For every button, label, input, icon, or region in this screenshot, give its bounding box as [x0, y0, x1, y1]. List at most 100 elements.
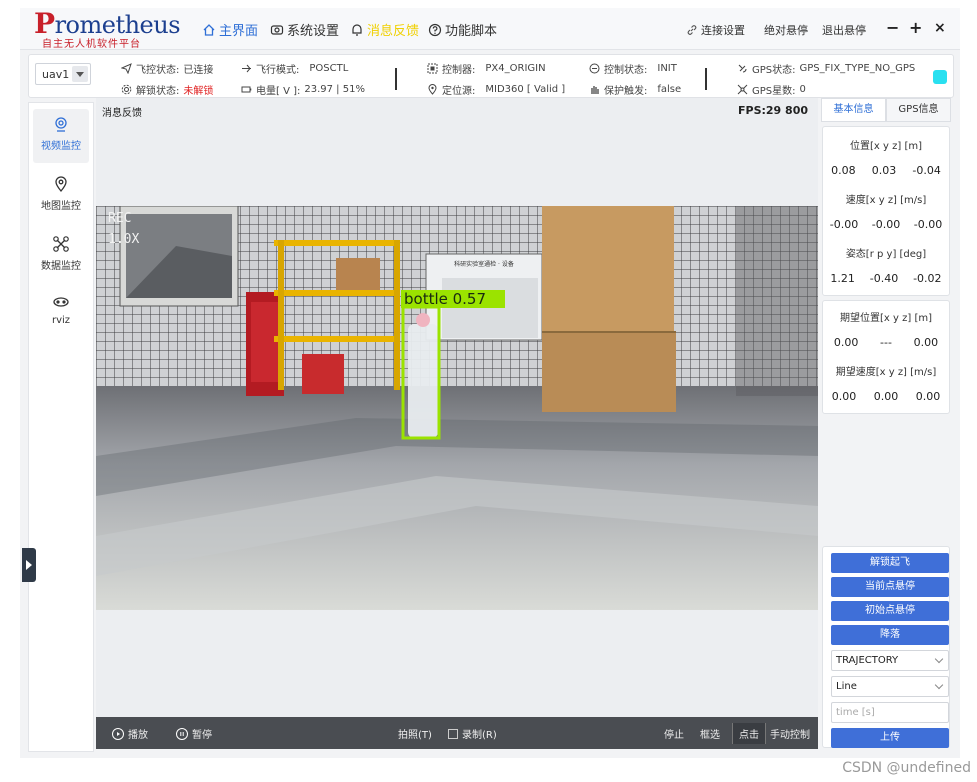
expected-velocity-z: 0.00: [915, 390, 941, 403]
question-icon: [428, 23, 442, 36]
takeoff-button[interactable]: 解锁起飞: [831, 553, 949, 573]
detection-label: bottle 0.57: [404, 290, 486, 308]
lab-sign-text: 科研实验室通检 · 设备: [454, 260, 514, 268]
expected-velocity-y: 0.00: [873, 390, 899, 403]
hover-init-button[interactable]: 初始点悬停: [831, 601, 949, 621]
flight-mode-label: 飞行模式:: [256, 65, 300, 76]
pause-button[interactable]: 暂停: [176, 726, 212, 741]
velocity-x: -0.00: [829, 218, 859, 231]
photo-button[interactable]: 拍照(T): [398, 726, 432, 741]
expected-velocity-x: 0.00: [831, 390, 857, 403]
app-window: Prometheus 自主无人机软件平台 主界面 系统设置 消息反馈 功能脚本 …: [20, 8, 960, 758]
flight-ctrl-label: 飞控状态:: [136, 65, 180, 76]
pause-label: 暂停: [192, 730, 212, 741]
gps-state-value: GPS_FIX_TYPE_NO_GPS: [799, 63, 916, 74]
sidebar-collapse-toggle[interactable]: [22, 548, 36, 582]
control-state-status: 控制状态: INIT: [589, 61, 677, 76]
video-control-bar: 播放 暂停 拍照(T) 录制(R) 停止 框选 点击 手动控制: [96, 717, 818, 749]
exit-hover-button[interactable]: 退出悬停: [822, 22, 866, 38]
abs-hover-button[interactable]: 绝对悬停: [764, 22, 808, 38]
unlock-label: 解锁状态:: [136, 86, 180, 97]
gps-state-status: GPS状态: GPS_FIX_TYPE_NO_GPS: [737, 61, 915, 76]
stop-button[interactable]: 停止: [664, 726, 684, 741]
protect-label: 保护触发:: [604, 86, 648, 97]
land-button[interactable]: 降落: [831, 625, 949, 645]
battery-status: 电量[ V ]: 23.97 | 51%: [241, 82, 365, 97]
tab-gps-info[interactable]: GPS信息: [886, 98, 951, 122]
sidebar-item-rviz-label: rviz: [51, 315, 71, 326]
sidebar-item-rviz[interactable]: rviz: [33, 287, 89, 341]
nav-scripts[interactable]: 功能脚本: [428, 20, 497, 39]
hover-current-button[interactable]: 当前点悬停: [831, 577, 949, 597]
tab-basic-info[interactable]: 基本信息: [821, 98, 886, 122]
click-select-button[interactable]: 点击: [732, 723, 766, 744]
uav-select-value: uav1: [42, 68, 70, 81]
battery-icon: [241, 86, 252, 93]
uav-select[interactable]: uav1: [35, 63, 91, 85]
maximize-button[interactable]: +: [909, 18, 922, 37]
velocity-y: -0.00: [871, 218, 901, 231]
left-sidebar: 视频监控 地图监控 数据监控 rviz: [28, 102, 94, 752]
trajectory-select[interactable]: TRAJECTORY: [831, 650, 949, 671]
video-feed[interactable]: 科研实验室通检 · 设备 bottle 0.57 REC 1.0X: [96, 206, 818, 610]
nav-main[interactable]: 主界面: [202, 20, 258, 39]
sidebar-item-data-label: 数据监控: [41, 261, 81, 272]
minimize-button[interactable]: −: [886, 18, 899, 37]
battery-label: 电量[ V ]:: [256, 86, 301, 97]
upload-button[interactable]: 上传: [831, 728, 949, 748]
satellite-count-icon: [737, 84, 748, 95]
satellite-icon: [738, 64, 747, 73]
chevron-down-icon: [934, 680, 944, 690]
watermark: CSDN @undefined: [842, 760, 971, 776]
separator: [395, 68, 397, 90]
connect-settings-button[interactable]: 连接设置: [686, 22, 745, 38]
send-icon: [121, 63, 132, 74]
chevron-down-icon[interactable]: [72, 66, 88, 82]
shape-select[interactable]: Line: [831, 676, 949, 697]
flight-ctrl-status: 飞控状态: 已连接: [121, 61, 213, 76]
manual-control-button[interactable]: 手动控制: [770, 726, 810, 741]
gps-sats-value: 0: [799, 84, 806, 95]
settings-icon: [270, 24, 284, 35]
sidebar-item-video-label: 视频监控: [41, 141, 81, 152]
fps-readout: FPS:29 800: [738, 104, 808, 117]
position-x: 0.08: [831, 164, 856, 177]
close-button[interactable]: ×: [934, 20, 946, 36]
nav-settings-label: 系统设置: [287, 24, 340, 39]
controller-status: 控制器: PX4_ORIGIN: [427, 61, 546, 76]
sidebar-item-video[interactable]: 视频监控: [33, 109, 89, 163]
location-pin-icon: [428, 84, 437, 95]
attitude-y: -0.02: [913, 272, 942, 285]
video-frame-image: 科研实验室通检 · 设备 bottle 0.57 REC 1.0X: [96, 206, 818, 610]
chevron-down-icon: [934, 654, 944, 664]
flight-mode-status: 飞行模式: POSCTL: [241, 61, 348, 76]
sidebar-item-map[interactable]: 地图监控: [33, 169, 89, 223]
drone-icon: [53, 236, 69, 252]
box-select-button[interactable]: 框选: [700, 726, 720, 741]
time-input[interactable]: time [s]: [831, 702, 949, 723]
expected-velocity-title: 期望速度[x y z] [m/s]: [835, 367, 937, 378]
camera-icon: [55, 117, 67, 132]
control-state-value: INIT: [657, 63, 677, 74]
battery-value: 23.97 | 51%: [304, 84, 365, 95]
expected-position-x: 0.00: [833, 336, 859, 349]
nav-scripts-label: 功能脚本: [445, 24, 498, 39]
nav-settings[interactable]: 系统设置: [270, 20, 339, 39]
connect-settings-label: 连接设置: [701, 24, 745, 37]
velocity-z: -0.00: [913, 218, 943, 231]
video-panel: 消息反馈 FPS:29 800 科研实验室通检 · 设备 bottle 0.57…: [96, 98, 818, 749]
sidebar-item-data[interactable]: 数据监控: [33, 229, 89, 283]
right-panel: 基本信息 GPS信息 位置[x y z] [m] 0.08 0.03 -0.04…: [820, 98, 960, 748]
nav-feedback[interactable]: 消息反馈: [350, 20, 419, 39]
logo-word: Prometheus: [34, 7, 181, 40]
link-icon: [687, 25, 697, 35]
nav-main-label: 主界面: [219, 24, 259, 39]
plane-icon: [242, 64, 251, 73]
rec-overlay: REC: [108, 211, 131, 226]
play-button[interactable]: 播放: [112, 726, 148, 741]
record-checkbox[interactable]: 录制(R): [448, 726, 497, 741]
attitude-values: 1.21 -0.40 -0.02: [823, 272, 949, 285]
record-label: 录制(R): [462, 730, 497, 741]
controller-value: PX4_ORIGIN: [485, 63, 546, 74]
play-label: 播放: [128, 730, 148, 741]
